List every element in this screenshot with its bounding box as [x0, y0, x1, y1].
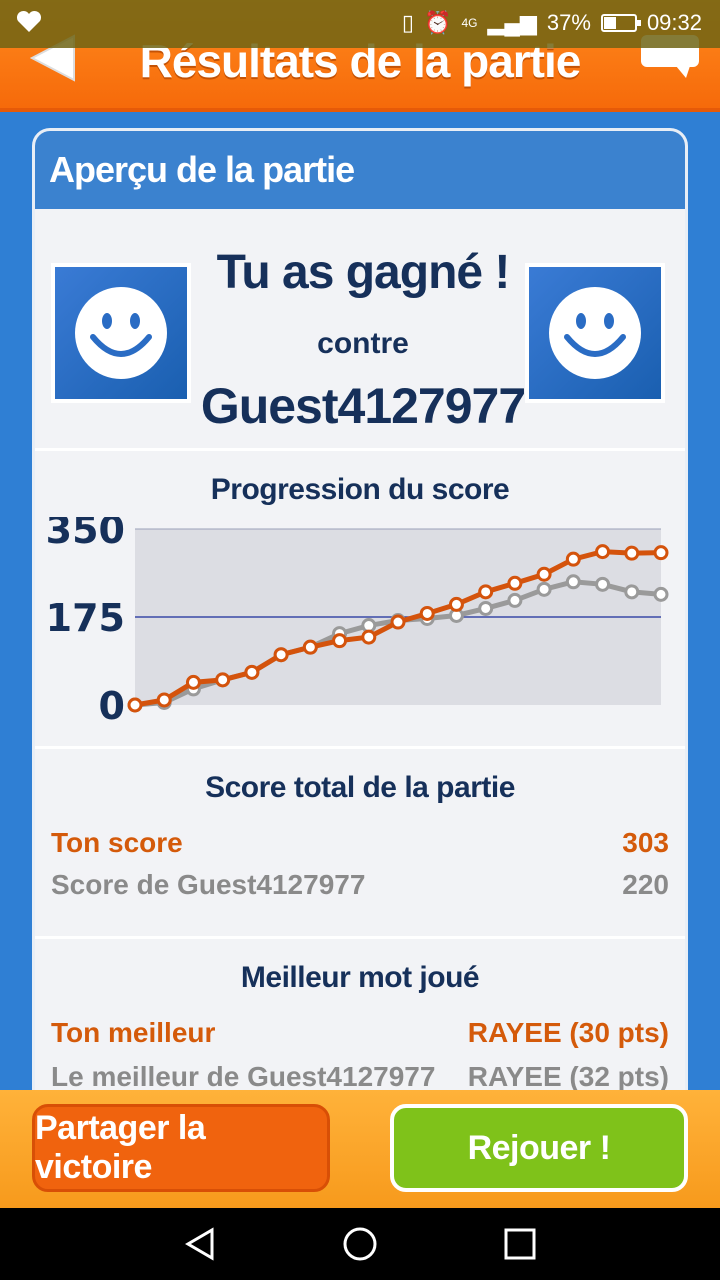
y-tick-label: 175 — [46, 596, 125, 640]
battery-icon — [600, 14, 641, 32]
series-point — [595, 544, 611, 560]
series-point — [565, 574, 581, 590]
opponent-best-value: RAYEE (32 pts) — [467, 1061, 669, 1092]
nav-recents-icon[interactable] — [502, 1226, 538, 1262]
series-point — [478, 584, 494, 600]
smiley-icon — [549, 287, 641, 379]
series-point — [332, 633, 348, 649]
y-tick-label: 350 — [46, 517, 125, 552]
chart-title: Progression du score — [210, 473, 510, 506]
series-point — [419, 605, 435, 621]
your-score-label: Ton score — [51, 827, 183, 858]
series-point — [507, 592, 523, 608]
series-point — [302, 639, 318, 655]
series-point — [536, 566, 552, 582]
series-point — [156, 692, 172, 708]
your-best-value: RAYEE (30 pts) — [467, 1017, 669, 1048]
series-point — [624, 584, 640, 600]
opponent-score-value: 220 — [622, 869, 669, 900]
your-score-value: 303 — [622, 827, 669, 858]
best-word-title: Meilleur mot joué — [240, 961, 480, 994]
score-title: Score total de la partie — [205, 771, 515, 804]
series-point — [390, 614, 406, 630]
share-victory-button[interactable]: Partager la victoire — [32, 1104, 330, 1192]
y-tick-label: 0 — [99, 684, 125, 728]
best-word-section: Meilleur mot joué Ton meilleur RAYEE (30… — [35, 939, 685, 1105]
series-point — [565, 551, 581, 567]
series-point — [653, 586, 669, 602]
series-point — [361, 629, 377, 645]
series-point — [653, 545, 669, 561]
opponent-score-row: Score de Guest4127977 220 — [51, 869, 669, 901]
signal-icon: ▂▄▆ — [487, 10, 537, 35]
alarm-icon: ⏰ — [424, 10, 452, 35]
series-point — [478, 600, 494, 616]
score-progression-chart: 350 175 0 — [46, 517, 669, 728]
opponent-avatar — [525, 263, 665, 403]
vibrate-icon: ▯ — [401, 10, 415, 35]
series-point — [185, 674, 201, 690]
network-label: 4G — [461, 16, 478, 30]
battery-percent: 37% — [546, 10, 591, 35]
series-point — [595, 576, 611, 592]
opponent-best-row: Le meilleur de Guest4127977 RAYEE (32 pt… — [51, 1061, 669, 1093]
overview-section: Tu as gagné ! contre Guest4127977 — [35, 209, 685, 451]
series-point — [127, 697, 143, 713]
series-point — [624, 545, 640, 561]
series-point — [507, 575, 523, 591]
opponent-best-label: Le meilleur de Guest4127977 — [51, 1061, 436, 1092]
system-nav-bar — [0, 1208, 720, 1280]
bottom-action-bar: Partager la victoire Rejouer ! — [0, 1090, 720, 1208]
card-title: Aperçu de la partie — [35, 131, 685, 209]
total-score-section: Score total de la partie Ton score 303 S… — [35, 749, 685, 939]
health-icon — [16, 10, 42, 41]
opponent-score-label: Score de Guest4127977 — [51, 869, 366, 900]
clock: 09:32 — [646, 10, 702, 35]
results-card: Aperçu de la partie Tu as gagné ! contre… — [32, 128, 688, 1108]
score-chart-section: Progression du score 350 175 0 — [35, 451, 685, 749]
status-bar: ▯ ⏰ 4G ▂▄▆ 37% 09:32 — [0, 0, 720, 48]
your-best-row: Ton meilleur RAYEE (30 pts) — [51, 1017, 669, 1049]
replay-button[interactable]: Rejouer ! — [390, 1104, 688, 1192]
series-point — [215, 672, 231, 688]
series-point — [536, 581, 552, 597]
series-point — [448, 596, 464, 612]
series-point — [244, 664, 260, 680]
nav-home-icon[interactable] — [342, 1226, 378, 1262]
nav-back-icon[interactable] — [182, 1226, 218, 1262]
your-score-row: Ton score 303 — [51, 827, 669, 859]
your-best-label: Ton meilleur — [51, 1017, 216, 1048]
series-point — [273, 647, 289, 663]
